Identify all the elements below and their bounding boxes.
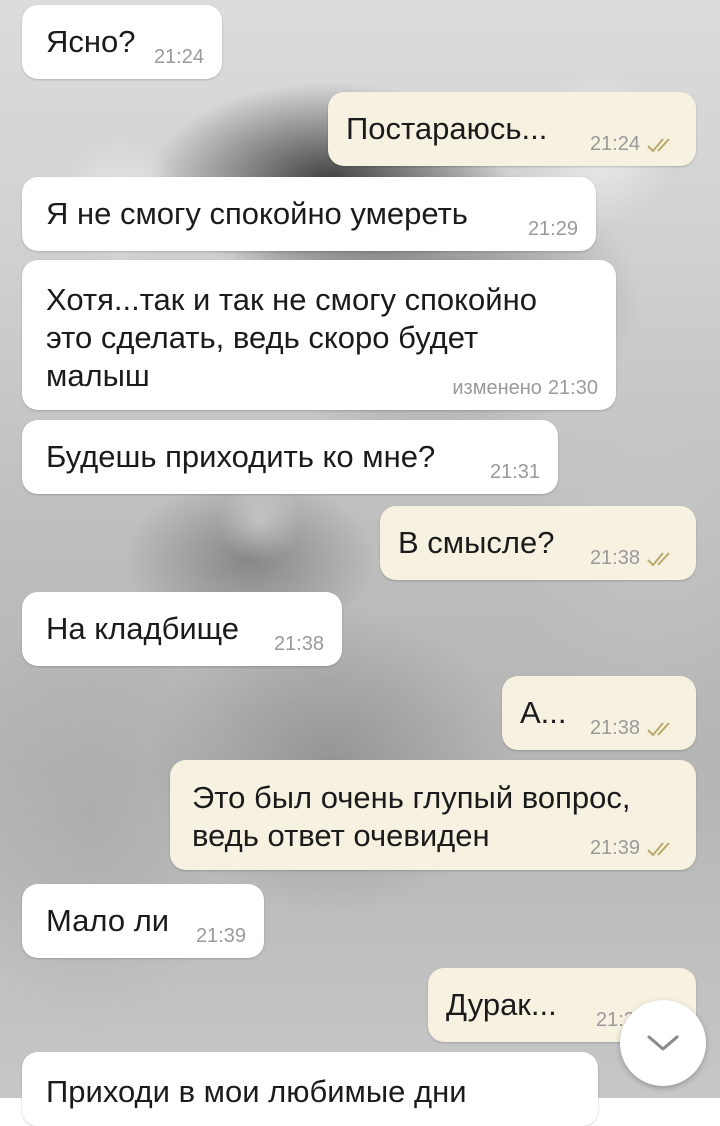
message-outgoing[interactable]: А... 21:38 (502, 676, 696, 750)
message-incoming[interactable]: Приходи в мои любимые дни (22, 1052, 598, 1126)
message-time: 21:31 (489, 461, 540, 483)
message-incoming[interactable]: Мало ли 21:39 (22, 884, 264, 958)
message-text: В смысле? (398, 525, 555, 560)
message-incoming[interactable]: Ясно? 21:24 (22, 5, 222, 79)
message-text: Будешь приходить ко мне? (46, 439, 436, 474)
message-meta: 21:38 (590, 547, 678, 570)
message-text: Ясно? (46, 24, 136, 59)
message-text-line: ведь ответ очевиден (192, 818, 490, 853)
message-text: Я не смогу спокойно умереть (46, 196, 468, 231)
message-outgoing[interactable]: В смысле? 21:38 (380, 506, 696, 580)
double-check-icon (647, 721, 670, 736)
message-text: А... (520, 695, 567, 730)
message-meta: 21:38 (274, 633, 324, 656)
message-outgoing[interactable]: Это был очень глупый вопрос, ведь ответ … (170, 760, 696, 870)
message-time: 21:39 (589, 837, 640, 859)
message-meta: 21:24 (154, 46, 204, 69)
double-check-icon (647, 137, 670, 152)
message-incoming[interactable]: На кладбище 21:38 (22, 592, 342, 666)
message-text: Мало ли (46, 903, 170, 938)
edited-label: изменено (452, 377, 542, 399)
message-text-line: малыш (46, 358, 150, 393)
message-time: 21:29 (527, 218, 578, 240)
message-text-line: Хотя...так и так не смогу спокойно (46, 282, 537, 317)
message-text: Приходи в мои любимые дни (46, 1074, 467, 1109)
message-text: Дурак... (446, 987, 557, 1022)
double-check-icon (647, 841, 670, 856)
message-time: 21:38 (589, 717, 640, 739)
message-time: 21:38 (273, 633, 324, 655)
message-text-line: это сделать, ведь скоро будет (46, 320, 479, 355)
message-meta: 21:38 (590, 717, 678, 740)
message-outgoing[interactable]: Постараюсь... 21:24 (328, 92, 696, 166)
message-text: На кладбище (46, 611, 240, 646)
message-incoming[interactable]: Я не смогу спокойно умереть 21:29 (22, 177, 596, 251)
message-time: 21:38 (589, 547, 640, 569)
chevron-down-icon (647, 1035, 679, 1051)
message-text-line: Это был очень глупый вопрос, (192, 780, 631, 815)
message-meta: 21:39 (590, 837, 678, 860)
double-check-icon (647, 551, 670, 566)
message-meta: 21:39 (196, 925, 246, 948)
message-time: 21:24 (589, 133, 640, 155)
message-meta: 21:24 (590, 133, 678, 156)
message-time: 21:30 (547, 377, 598, 399)
message-meta: 21:31 (490, 461, 540, 484)
message-text: Постараюсь... (346, 111, 548, 146)
message-meta: изменено 21:30 (452, 377, 598, 400)
message-incoming[interactable]: Будешь приходить ко мне? 21:31 (22, 420, 558, 494)
message-time: 21:24 (153, 46, 204, 68)
message-incoming[interactable]: Хотя...так и так не смогу спокойно это с… (22, 260, 616, 410)
message-meta: 21:29 (528, 218, 578, 241)
scroll-to-bottom-button[interactable] (620, 1000, 706, 1086)
message-time: 21:39 (195, 925, 246, 947)
